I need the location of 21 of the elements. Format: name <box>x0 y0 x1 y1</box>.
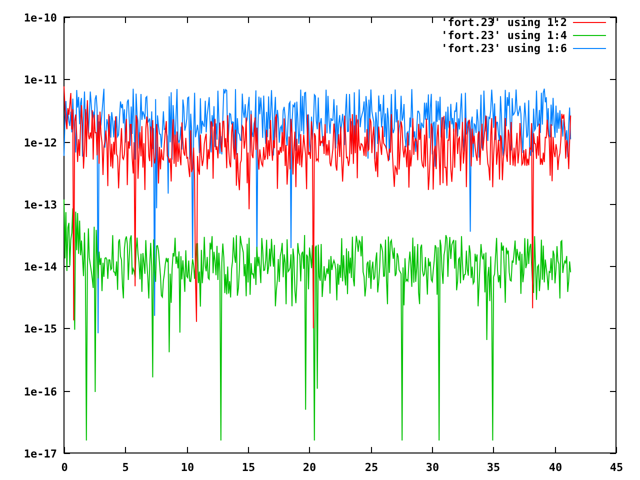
axis-tick-label: 30 <box>426 461 440 474</box>
axis-tick-label: 1e-12 <box>24 136 57 150</box>
axis-tick-label: 1e-14 <box>24 260 57 274</box>
legend-label: 'fort.23' using 1:4 <box>441 29 567 42</box>
axis-tick-label: 25 <box>364 461 378 474</box>
axis-tick-label: 20 <box>302 461 316 474</box>
axis-tick-label: 35 <box>486 461 500 474</box>
axis-tick-label: 1e-17 <box>24 448 57 460</box>
axis-tick-label: 15 <box>242 461 256 474</box>
axis-tick-label: 40 <box>548 461 562 474</box>
axis-tick-label: 10 <box>180 461 194 474</box>
axis-tick-label: 0 <box>61 461 68 474</box>
legend-label: 'fort.23' using 1:2 <box>441 16 567 29</box>
axis-tick-label: 1e-15 <box>24 322 57 336</box>
legend-label: 'fort.23' using 1:6 <box>441 42 567 55</box>
axis-tick-label: 5 <box>122 461 129 474</box>
axis-tick-label: 1e-11 <box>24 74 57 86</box>
axis-tick-label: 45 <box>610 461 624 474</box>
axis-tick-label: 1e-13 <box>24 198 57 212</box>
axis-tick-label: 1e-16 <box>24 386 57 398</box>
axis-tick-label: 1e-10 <box>24 12 57 24</box>
